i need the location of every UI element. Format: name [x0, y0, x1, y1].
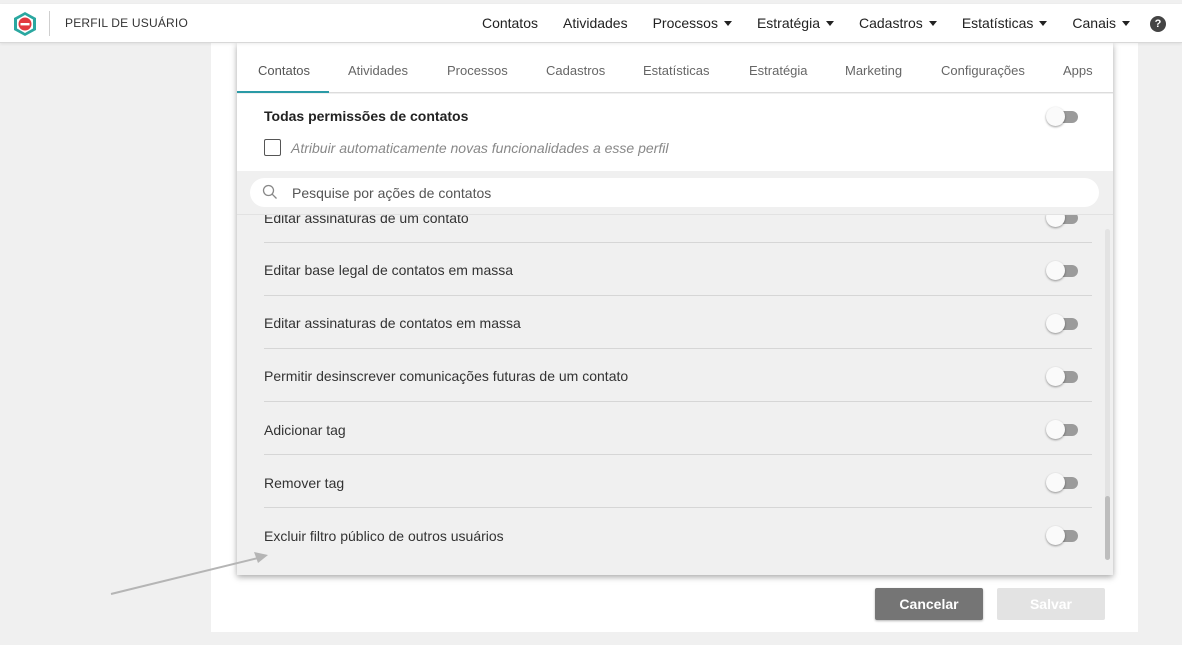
permission-label: Adicionar tag: [264, 422, 346, 438]
nav-item-estatisticas[interactable]: Estatísticas: [962, 15, 1048, 31]
permission-toggle[interactable]: [1046, 261, 1078, 280]
toggle-knob: [1046, 261, 1065, 280]
toggle-knob: [1046, 526, 1065, 545]
list-item: Remover tag: [264, 455, 1092, 508]
nav-item-cadastros[interactable]: Cadastros: [859, 15, 937, 31]
search-box: [250, 178, 1099, 207]
tab-contatos[interactable]: Contatos: [258, 63, 310, 78]
top-navbar: PERFIL DE USUÁRIO Contatos Atividades Pr…: [0, 4, 1182, 43]
list-item: Permitir desinscrever comunicações futur…: [264, 349, 1092, 402]
annotation-arrow-icon: [110, 552, 268, 595]
list-item: Excluir filtro público de outros usuário…: [264, 508, 1092, 561]
logo-divider: [49, 11, 50, 36]
permission-label: Editar assinaturas de um contato: [264, 214, 469, 226]
nav-item-atividades[interactable]: Atividades: [563, 15, 628, 31]
permission-toggle[interactable]: [1046, 473, 1078, 492]
all-permissions-title: Todas permissões de contatos: [264, 108, 469, 124]
all-permissions-section: Todas permissões de contatos Atribuir au…: [237, 94, 1113, 171]
toggle-knob: [1046, 314, 1065, 333]
save-button[interactable]: Salvar: [997, 588, 1105, 620]
tab-marketing[interactable]: Marketing: [845, 63, 902, 78]
permission-label: Permitir desinscrever comunicações futur…: [264, 368, 629, 384]
list-item: Editar base legal de contatos em massa: [264, 243, 1092, 296]
app-logo-icon[interactable]: [12, 11, 38, 37]
caret-down-icon: [723, 20, 732, 26]
toggle-knob: [1046, 420, 1065, 439]
list-item: Adicionar tag: [264, 402, 1092, 455]
toggle-knob: [1046, 473, 1065, 492]
permission-label: Remover tag: [264, 475, 345, 491]
tab-bar: Contatos Atividades Processos Cadastros …: [237, 43, 1113, 93]
permission-label: Editar base legal de contatos em massa: [264, 262, 514, 278]
permission-label: Excluir filtro público de outros usuário…: [264, 528, 504, 544]
page-title: PERFIL DE USUÁRIO: [65, 16, 188, 30]
nav-item-processos[interactable]: Processos: [653, 15, 732, 31]
nav-item-contatos[interactable]: Contatos: [482, 15, 538, 31]
all-permissions-toggle[interactable]: [1046, 107, 1078, 126]
list-item: Editar assinaturas de um contato: [264, 214, 1092, 243]
permission-toggle[interactable]: [1046, 314, 1078, 333]
search-input[interactable]: [292, 182, 1072, 203]
tab-estatisticas[interactable]: Estatísticas: [643, 63, 709, 78]
list-scrollbar[interactable]: [1105, 229, 1110, 560]
caret-down-icon: [826, 20, 834, 26]
cancel-button[interactable]: Cancelar: [875, 588, 983, 620]
permission-toggle[interactable]: [1046, 215, 1078, 227]
permissions-list[interactable]: Editar assinaturas de um contato Editar …: [237, 214, 1113, 575]
caret-down-icon: [1122, 20, 1130, 26]
toggle-knob: [1046, 107, 1065, 126]
tab-atividades[interactable]: Atividades: [348, 63, 408, 78]
nav-item-canais[interactable]: Canais: [1072, 15, 1130, 31]
search-icon: [262, 184, 277, 199]
scrollbar-thumb[interactable]: [1105, 496, 1110, 560]
caret-down-icon: [928, 20, 937, 26]
tab-processos[interactable]: Processos: [447, 63, 508, 78]
caret-down-icon: [1039, 20, 1048, 26]
nav-item-estrategia[interactable]: Estratégia: [757, 15, 834, 31]
auto-assign-checkbox[interactable]: [264, 139, 281, 156]
permission-label: Editar assinaturas de contatos em massa: [264, 315, 521, 331]
tab-cadastros[interactable]: Cadastros: [546, 63, 605, 78]
toggle-knob: [1046, 215, 1065, 227]
permission-toggle[interactable]: [1046, 367, 1078, 386]
auto-assign-label: Atribuir automaticamente novas funcional…: [291, 140, 669, 156]
list-item: Editar assinaturas de contatos em massa: [264, 296, 1092, 349]
permissions-panel: Contatos Atividades Processos Cadastros …: [237, 43, 1113, 575]
permission-toggle[interactable]: [1046, 526, 1078, 545]
help-icon[interactable]: ?: [1150, 16, 1166, 32]
permission-toggle[interactable]: [1046, 420, 1078, 439]
tab-estrategia[interactable]: Estratégia: [749, 63, 808, 78]
tab-configuracoes[interactable]: Configurações: [941, 63, 1025, 78]
tab-apps[interactable]: Apps: [1063, 63, 1093, 78]
main-nav: Contatos Atividades Processos Estratégia…: [457, 15, 1130, 31]
active-tab-indicator: [237, 91, 329, 93]
toggle-knob: [1046, 367, 1065, 386]
